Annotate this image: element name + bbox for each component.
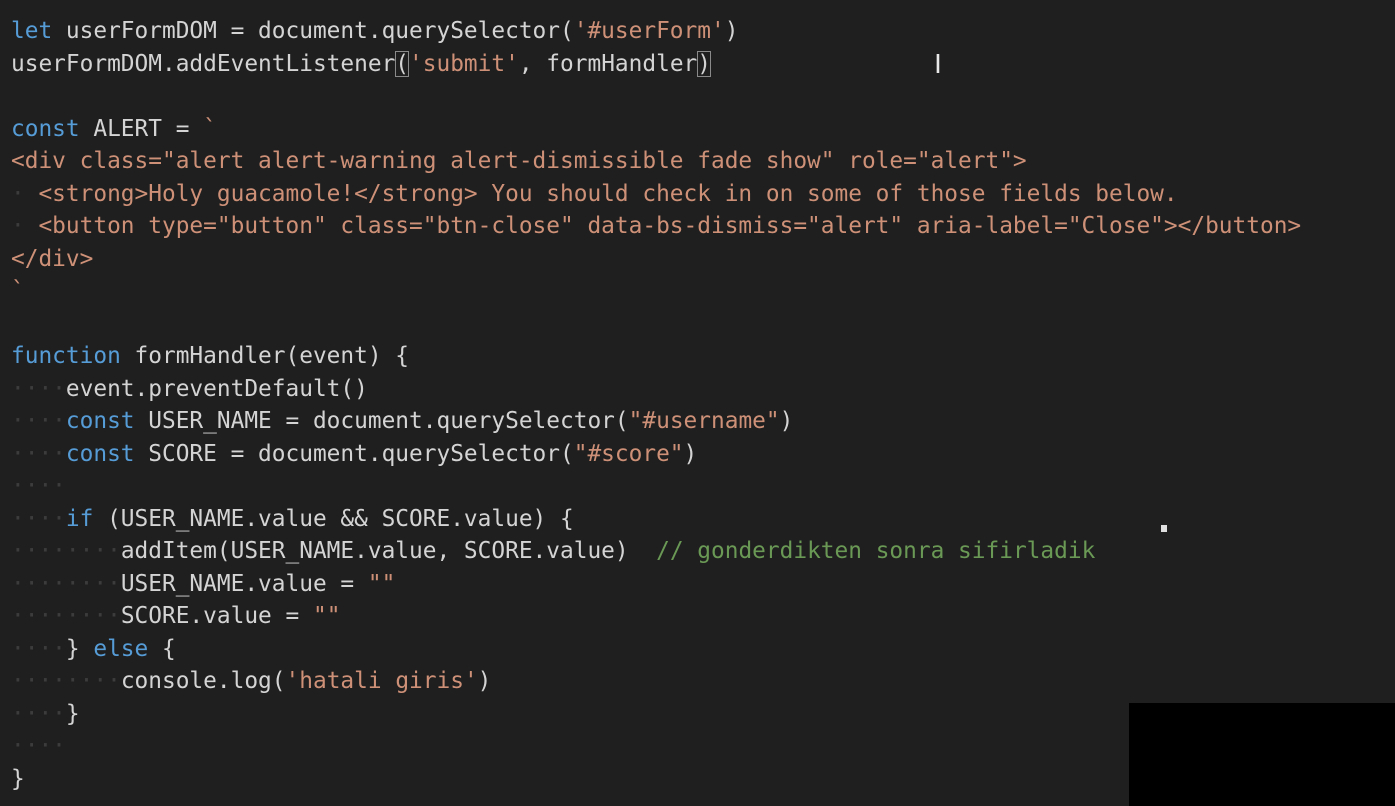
whitespace-marker: ········ xyxy=(11,668,121,694)
code-token: { xyxy=(148,635,176,662)
keyword-token: function xyxy=(11,343,121,369)
string-token: </div> xyxy=(11,245,94,272)
whitespace-marker: ···· xyxy=(11,473,66,499)
whitespace-marker: ···· xyxy=(11,700,66,727)
whitespace-marker: ···· xyxy=(11,440,66,467)
code-line[interactable]: ········SCORE.value = "" xyxy=(11,600,1301,633)
string-token: <button type="button" class="btn-close" … xyxy=(24,213,1302,239)
code-area[interactable]: let userFormDOM = document.querySelector… xyxy=(11,15,1301,795)
code-line[interactable] xyxy=(11,308,1301,341)
keyword-token: else xyxy=(93,635,149,662)
code-line[interactable]: ` xyxy=(11,275,1301,308)
code-line[interactable]: ········console.log('hatali giris') xyxy=(11,665,1301,698)
code-line[interactable]: ···· xyxy=(11,730,1301,763)
code-line[interactable]: ····} xyxy=(11,698,1301,731)
code-token: ) xyxy=(779,408,794,434)
text-cursor-icon: I xyxy=(934,50,942,80)
whitespace-marker: ···· xyxy=(11,635,66,662)
string-token: ` xyxy=(11,278,25,304)
whitespace-marker: ···· xyxy=(11,505,66,532)
code-token: ) xyxy=(683,440,698,467)
comment-token: // gonderdikten sonra sifirladik xyxy=(656,538,1096,564)
code-token: SCORE.value = xyxy=(120,603,313,629)
keyword-token: const xyxy=(65,408,135,434)
code-token: (USER_NAME.value && SCORE.value) { xyxy=(93,505,574,532)
string-token: ` xyxy=(203,115,217,142)
code-line[interactable]: <div class="alert alert-warning alert-di… xyxy=(11,145,1301,178)
code-line[interactable]: ····if (USER_NAME.value && SCORE.value) … xyxy=(11,503,1301,536)
code-token: ) xyxy=(477,668,492,694)
keyword-token: let xyxy=(11,18,53,44)
matched-bracket: ( xyxy=(395,50,410,77)
keyword-token: const xyxy=(65,440,135,467)
code-line[interactable]: } xyxy=(11,763,1301,796)
code-line[interactable]: ····const USER_NAME = document.querySele… xyxy=(11,405,1301,438)
code-line[interactable]: · <button type="button" class="btn-close… xyxy=(11,210,1301,243)
matched-bracket: ) xyxy=(697,50,712,77)
code-line[interactable]: ····event.preventDefault() xyxy=(11,373,1301,406)
code-token: } xyxy=(11,765,25,792)
code-line[interactable]: </div> xyxy=(11,243,1301,276)
string-token: <div class="alert alert-warning alert-di… xyxy=(11,148,1027,174)
code-line[interactable]: ····const SCORE = document.querySelector… xyxy=(11,438,1301,471)
whitespace-marker: ···· xyxy=(11,375,66,402)
code-token: USER_NAME.value = xyxy=(120,570,368,597)
code-token: } xyxy=(65,700,80,727)
code-token: SCORE = document.querySelector( xyxy=(134,440,574,467)
whitespace-marker: ········ xyxy=(11,538,121,564)
code-token: USER_NAME = document.querySelector( xyxy=(134,408,629,434)
code-token: userFormDOM = document.querySelector( xyxy=(52,18,574,44)
code-line[interactable]: userFormDOM.addEventListener('submit', f… xyxy=(11,48,1301,81)
code-token: } xyxy=(65,635,94,662)
video-overlay xyxy=(1129,703,1395,806)
code-line[interactable]: let userFormDOM = document.querySelector… xyxy=(11,15,1301,48)
whitespace-marker: · xyxy=(11,213,25,239)
whitespace-marker: ···· xyxy=(11,733,66,759)
code-line[interactable]: ········addItem(USER_NAME.value, SCORE.v… xyxy=(11,535,1301,568)
string-token: "" xyxy=(312,603,341,629)
keyword-token: const xyxy=(11,115,80,142)
code-editor[interactable]: let userFormDOM = document.querySelector… xyxy=(0,0,1395,806)
code-token: console.log( xyxy=(120,668,286,694)
whitespace-marker: · xyxy=(11,180,25,207)
string-token: <strong>Holy guacamole!</strong> You sho… xyxy=(24,180,1178,207)
code-token: formHandler(event) { xyxy=(120,343,410,369)
string-token: 'hatali giris' xyxy=(285,668,478,694)
code-line[interactable]: function formHandler(event) { xyxy=(11,340,1301,373)
string-token: "" xyxy=(367,570,396,597)
overlay-marker xyxy=(1161,525,1167,532)
code-token: userFormDOM.addEventListener xyxy=(11,50,396,77)
code-token: addItem(USER_NAME.value, SCORE.value) xyxy=(120,538,657,564)
code-line[interactable] xyxy=(11,80,1301,113)
keyword-token: if xyxy=(65,505,94,532)
code-line[interactable]: ····} else { xyxy=(11,633,1301,666)
code-line[interactable]: · <strong>Holy guacamole!</strong> You s… xyxy=(11,178,1301,211)
whitespace-marker: ···· xyxy=(11,408,66,434)
code-line[interactable]: ···· xyxy=(11,470,1301,503)
whitespace-marker: ········ xyxy=(11,570,121,597)
string-token: "#username" xyxy=(628,408,780,434)
string-token: '#userForm' xyxy=(573,18,725,44)
code-token: ) xyxy=(724,18,739,44)
code-token: event.preventDefault() xyxy=(65,375,368,402)
code-line[interactable]: ········USER_NAME.value = "" xyxy=(11,568,1301,601)
whitespace-marker: ········ xyxy=(11,603,121,629)
string-token: 'submit' xyxy=(409,50,519,77)
string-token: "#score" xyxy=(573,440,684,467)
code-token: ALERT = xyxy=(79,115,204,142)
code-token: , formHandler xyxy=(518,50,698,77)
code-line[interactable]: const ALERT = ` xyxy=(11,113,1301,146)
